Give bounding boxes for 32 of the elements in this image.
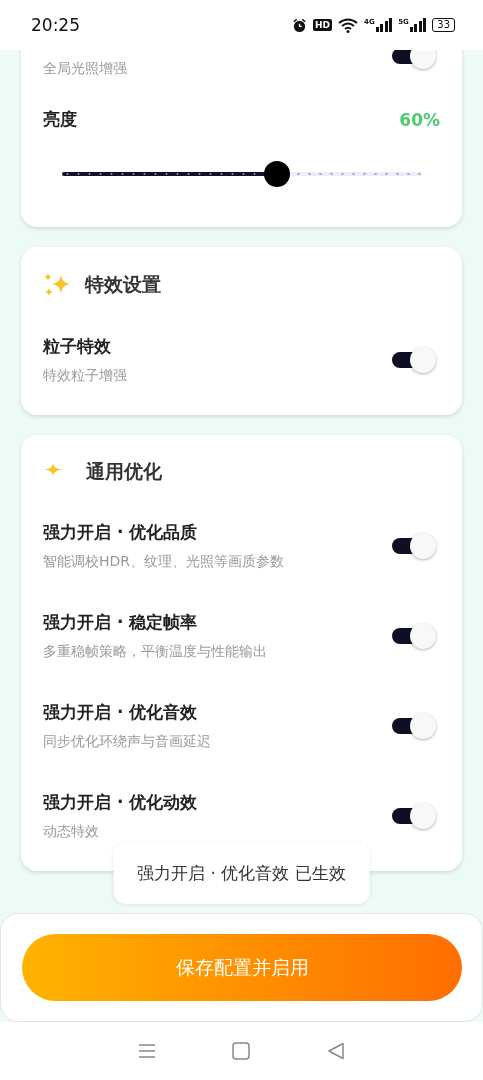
- toggle-switch[interactable]: [392, 713, 436, 739]
- toggle-switch[interactable]: [392, 803, 436, 829]
- section-title: 通用优化: [86, 459, 162, 484]
- home-icon[interactable]: [232, 1042, 251, 1060]
- toast-message: 强力开启 · 优化音效 已生效: [113, 843, 370, 904]
- brightness-slider[interactable]: [62, 161, 421, 187]
- setting-description: 多重稳帧策略，平衡温度与性能输出: [43, 643, 267, 661]
- back-icon[interactable]: [326, 1042, 345, 1060]
- setting-description: 智能调校HDR、纹理、光照等画质参数: [43, 553, 285, 571]
- setting-title: 强力开启 · 稳定帧率: [43, 611, 199, 634]
- setting-title: 强力开启 · 优化品质: [43, 521, 199, 544]
- wifi-icon: [338, 17, 358, 33]
- save-button[interactable]: 保存配置并启用: [22, 934, 462, 1001]
- setting-title: 强力开启 · 优化音效: [43, 701, 199, 724]
- hd-icon: HD: [313, 19, 332, 31]
- brightness-value: 60%: [399, 109, 440, 130]
- clock-time: 20:25: [31, 15, 80, 35]
- toggle-switch[interactable]: [392, 50, 436, 69]
- brightness-label: 亮度: [43, 108, 77, 131]
- sparkle-icon: [44, 462, 63, 476]
- toggle-switch[interactable]: [392, 347, 436, 373]
- toggle-switch[interactable]: [392, 533, 436, 559]
- setting-description: 特效粒子增强: [43, 367, 127, 385]
- alarm-icon: [292, 17, 307, 33]
- battery-icon: 33: [432, 18, 455, 32]
- setting-description: 动态特效: [43, 823, 100, 841]
- setting-title: 强力开启 · 优化动效: [43, 791, 198, 814]
- section-title: 特效设置: [85, 272, 161, 297]
- toggle-switch[interactable]: [392, 623, 436, 649]
- setting-description: 全局光照增强: [43, 60, 127, 78]
- setting-description: 同步优化环绕声与音画延迟: [43, 733, 211, 751]
- setting-title: 粒子特效: [43, 335, 112, 358]
